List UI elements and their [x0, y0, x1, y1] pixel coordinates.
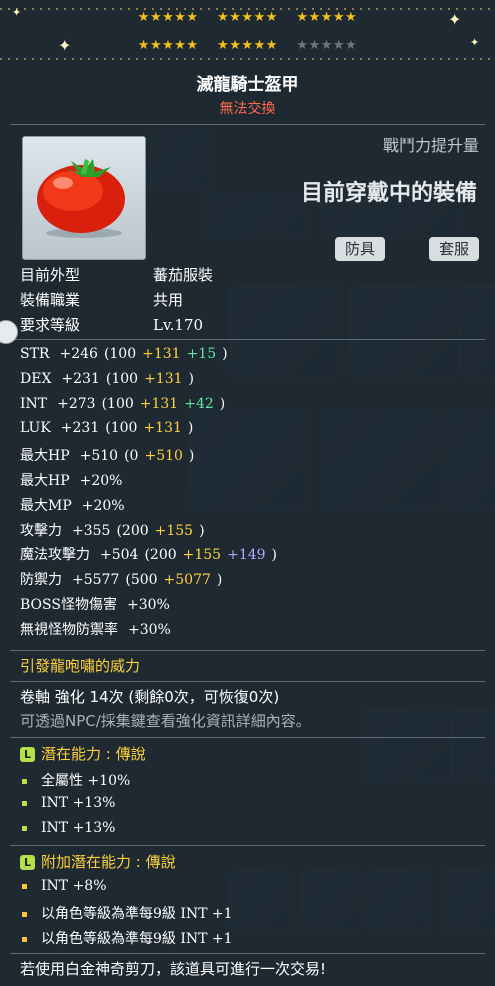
sparkle-icon: ✦ [12, 6, 22, 19]
combat-power-label: 戰鬥力提升量 [382, 136, 479, 155]
additional-potential-title: L 附加潛在能力 : 傳說 [20, 851, 176, 872]
stat-row: 無視怪物防禦率 +30% [20, 621, 171, 638]
divider [10, 124, 485, 125]
info-appearance: 目前外型 蕃茄服裝 [20, 266, 214, 284]
tag-set: 套服 [428, 237, 479, 261]
additional-line: INT +8% [22, 878, 107, 894]
trade-status: 無法交換 [219, 101, 276, 117]
legendary-badge-icon: L [20, 747, 35, 762]
stat-row: 防禦力 +5577 (500 +5077) [20, 572, 223, 589]
stat-row: BOSS怪物傷害 +30% [20, 597, 170, 613]
scroll-info: 卷軸 強化 14次 (剩餘0次，可恢復0次) [20, 688, 280, 706]
potential-line: INT +13% [22, 820, 115, 836]
hint-text: 可透過NPC/採集鍵查看強化資訊詳細內容。 [20, 712, 311, 730]
info-level: 要求等級 Lv.170 [20, 316, 204, 334]
additional-line: 以角色等級為準每9級 INT +1 [22, 928, 233, 948]
stat-row: INT +273 (100 +131 +42) [20, 395, 226, 412]
stat-row: DEX +231 (100 +131) [20, 370, 194, 387]
sparkle-icon: ✦ [58, 36, 72, 55]
stat-row: 最大MP +20% [20, 497, 125, 514]
sparkle-border-bottom [0, 58, 495, 60]
divider [10, 953, 485, 954]
divider [10, 681, 485, 682]
stat-row: 魔法攻擊力 +504 (200 +155 +149) [20, 547, 278, 564]
potential-line: 全屬性 +10% [22, 770, 130, 790]
item-icon-frame [22, 136, 146, 260]
item-tooltip: ★★★★★ ★★★★★ ★★★★★ ★★★★★ ★★★★★ ★★★★★ ✦ ✦ … [0, 0, 495, 986]
info-job: 裝備職業 共用 [20, 291, 184, 309]
divider [10, 737, 485, 738]
stat-row: 攻擊力 +355 (200 +155) [20, 522, 205, 539]
potential-line: INT +13% [22, 795, 115, 811]
stat-row: LUK +231 (100 +131) [20, 420, 194, 437]
tag-armor: 防具 [334, 237, 385, 261]
divider [10, 845, 485, 846]
stat-row: 最大HP +20% [20, 473, 123, 489]
sparkle-icon: ✦ [448, 10, 462, 29]
tomato-icon [37, 159, 125, 238]
sparkle-icon: ✦ [470, 36, 480, 49]
stat-row: STR +246 (100 +131 +15) [20, 346, 228, 362]
legendary-badge-icon: L [20, 855, 35, 870]
wearing-label: 目前穿戴中的裝備 [300, 181, 477, 206]
special-effect: 引發龍咆嘯的威力 [20, 657, 141, 675]
item-name: 滅龍騎士盔甲 [196, 75, 299, 95]
star-force-row-2: ★★★★★ ★★★★★ ★★★★★ [137, 38, 358, 53]
footer-note: 若使用白金神奇剪刀，該道具可進行一次交易! [20, 960, 327, 978]
divider [10, 339, 485, 340]
stat-row: 最大HP +510 (0 +510) [20, 448, 195, 465]
potential-title: L 潛在能力 : 傳說 [20, 743, 146, 764]
star-force-row-1: ★★★★★ ★★★★★ ★★★★★ [137, 10, 358, 25]
additional-line: 以角色等級為準每9級 INT +1 [22, 903, 233, 923]
divider [10, 650, 485, 651]
